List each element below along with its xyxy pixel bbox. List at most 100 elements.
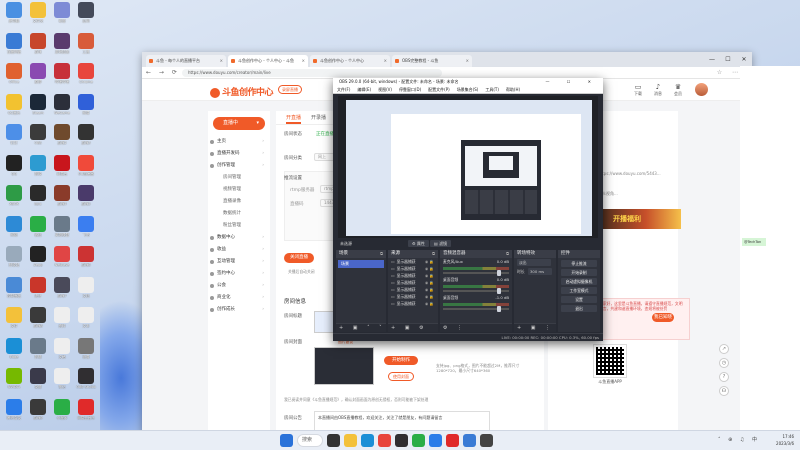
tab-creator-center[interactable]: 斗鱼创作中心 - 个人中心 - 斗鱼 × [228, 55, 308, 67]
desktop-shortcut[interactable]: WeGame [50, 93, 74, 119]
sidebar-item[interactable]: 数据中心 › [208, 232, 270, 244]
live-status-button[interactable]: 直播中 [213, 117, 265, 130]
obs-preview[interactable] [338, 96, 598, 238]
desktop-shortcut[interactable]: Edge [2, 337, 26, 363]
clock-icon[interactable]: ◷ [719, 358, 729, 368]
volume-slider[interactable] [443, 306, 509, 312]
tab-obs-tutorial[interactable]: OBS完整教程 - 斗鱼 × [392, 55, 472, 67]
desktop-shortcut[interactable]: 哔哩哔哩 [50, 63, 74, 88]
desktop-shortcut[interactable]: 游戏8 [26, 307, 50, 332]
obs-menu-item[interactable]: 编辑(E) [357, 86, 371, 93]
notice-acknowledge-button[interactable]: 我已知晓 [652, 313, 674, 322]
properties-button[interactable]: ⚙ 属性 [408, 240, 429, 247]
chat-user-chip[interactable]: @TechTon [742, 238, 766, 246]
qq-icon[interactable] [429, 434, 442, 447]
desktop-shortcut[interactable]: OBS [26, 124, 50, 149]
dock-undock-icon[interactable]: ⧉ [380, 250, 383, 258]
edge-icon[interactable] [361, 434, 374, 447]
minimize-button[interactable]: — [704, 52, 720, 67]
system-tray-icons[interactable]: ˄ ⊕ ♫ 中 [718, 436, 760, 443]
source-item[interactable]: ▭ 显示器捕获 ◉🔒 [388, 286, 438, 293]
tab-creator-center-2[interactable]: 斗鱼创作中心 - 个人中心 × [310, 55, 390, 67]
desktop-shortcut[interactable]: 工具 [74, 32, 98, 58]
source-item[interactable]: ▭ 显示器捕获 ◉🔒 [388, 293, 438, 300]
sidebar-item[interactable]: 收益 › [208, 244, 270, 256]
clock[interactable]: 17:46 2023/3/6 [776, 433, 794, 447]
desktop-shortcut[interactable]: 文档 [74, 276, 98, 302]
tab-start-record[interactable]: 开录播 [311, 111, 326, 124]
transitions-toolbar[interactable]: + ▣ ⋮ [514, 323, 556, 332]
tab-close-icon[interactable]: × [302, 55, 305, 67]
scene-item[interactable]: 场景 [338, 260, 384, 268]
url-input[interactable]: https://www.douyu.com/creator/main/live [182, 69, 442, 77]
visibility-lock-icon[interactable]: ◉🔒 [425, 272, 435, 279]
make-cover-button[interactable]: 开始制作 [384, 356, 418, 365]
taskview-icon[interactable] [327, 434, 340, 447]
transition-duration-input[interactable]: 300 ms [528, 268, 552, 275]
desktop-shortcut[interactable]: 控制面板 [2, 276, 26, 302]
store-icon[interactable] [463, 434, 476, 447]
visibility-lock-icon[interactable]: ◉🔒 [425, 300, 435, 307]
desktop-shortcut[interactable]: 网络 [2, 215, 26, 241]
folder-icon[interactable] [344, 434, 357, 447]
desktop-shortcut[interactable]: 钉钉 [2, 124, 26, 149]
mixer-toolbar[interactable]: ⚙ ⋮ [440, 323, 512, 332]
taskbar-search[interactable]: 搜索 [297, 434, 323, 447]
obs-menu-item[interactable]: 视图(V) [378, 86, 392, 93]
desktop-shortcut[interactable]: 飞书 [74, 215, 98, 241]
desktop-shortcut[interactable]: 设置 [74, 337, 98, 363]
source-item[interactable]: ▭ 显示器捕获 ◉🔒 [388, 279, 438, 286]
desktop-shortcut[interactable]: 游戏6 [74, 246, 98, 271]
desktop-shortcut[interactable]: NVIDIA [2, 368, 26, 393]
header-download[interactable]: ▭ 下载 [634, 83, 642, 97]
desktop-shortcut[interactable]: 录屏 [26, 368, 50, 393]
obs-menu-item[interactable]: 场景集合(S) [457, 86, 479, 93]
obs-menu-item[interactable]: 配置文件(P) [428, 86, 450, 93]
sidebar-item[interactable]: 创作成长 › [208, 304, 270, 316]
headset-icon[interactable]: ☊ [719, 386, 729, 396]
sidebar-item[interactable]: 房间管理 [208, 172, 270, 184]
desktop-shortcut[interactable]: OBS Studio [74, 368, 98, 393]
sidebar-item[interactable]: 数据统计 [208, 208, 270, 220]
source-item[interactable]: ▭ 显示器捕获 ◉🔒 [388, 272, 438, 279]
tab-close-icon[interactable]: × [220, 55, 223, 67]
sidebar-item[interactable]: 直播开发码 › [208, 148, 270, 160]
desktop-shortcut[interactable]: 网易云音乐 [74, 398, 98, 424]
game-icon[interactable] [480, 434, 493, 447]
agree-checkbox-text[interactable]: 我已阅读并同意《斗鱼直播规范》，确认封面画面为原创无侵权，否则可能被下架处理 [284, 397, 428, 403]
source-item[interactable]: ▭ 显示器捕获 ◉🔒 [388, 300, 438, 307]
transition-type-select[interactable]: 淡出 [517, 259, 551, 266]
desktop-shortcut[interactable]: 笔记 [50, 368, 74, 393]
obs-control-button[interactable]: 停止推流 [561, 260, 597, 267]
volume-slider[interactable] [443, 270, 509, 276]
desktop-shortcut[interactable]: 回收站 [2, 246, 26, 271]
desktop-shortcut[interactable]: 文件夹 [26, 2, 50, 27]
obs-icon[interactable] [395, 434, 408, 447]
use-cover-button[interactable]: 使用封面 [388, 372, 414, 381]
desktop-shortcut[interactable]: Steam [26, 93, 50, 119]
header-vip[interactable]: ♛ 会员 [674, 83, 682, 97]
obs-control-button[interactable]: 退出 [561, 305, 597, 312]
desktop-shortcut[interactable]: 游戏9 [26, 398, 50, 424]
obs-control-button[interactable]: 设置 [561, 296, 597, 303]
filters-button[interactable]: ▤ 滤镜 [430, 240, 452, 247]
desktop-shortcut[interactable]: 腾讯会议 [2, 398, 26, 424]
desktop-shortcut[interactable]: QQ [2, 154, 26, 180]
desktop-shortcut[interactable]: Zepp [26, 246, 50, 271]
obs-control-button[interactable]: 启动虚拟摄像机 [561, 278, 597, 285]
desktop-shortcut[interactable]: Office [2, 63, 26, 88]
desktop-shortcut[interactable]: 网易 [74, 93, 98, 119]
share-icon[interactable]: ↗ [719, 344, 729, 354]
visibility-lock-icon[interactable]: ◉🔒 [425, 286, 435, 293]
douyu-logo[interactable]: 斗鱼创作中心 [210, 85, 274, 98]
desktop-shortcut[interactable]: 此电脑 [2, 2, 26, 27]
desktop-shortcut[interactable]: 文件 [2, 307, 26, 332]
volume-slider[interactable] [443, 288, 509, 294]
browser-toolbar-icons[interactable]: ☆ ⋯ [717, 69, 742, 76]
desktop-shortcut[interactable]: 英雄联盟 [50, 215, 74, 241]
desktop-shortcut[interactable]: 剪辑 [26, 337, 50, 363]
desktop-shortcut[interactable]: 小程序 [50, 398, 74, 424]
desktop-shortcut[interactable]: NetEase [50, 246, 74, 271]
sidebar-item[interactable]: 商业化 › [208, 292, 270, 304]
obs-control-button[interactable]: 工作室模式 [561, 287, 597, 294]
